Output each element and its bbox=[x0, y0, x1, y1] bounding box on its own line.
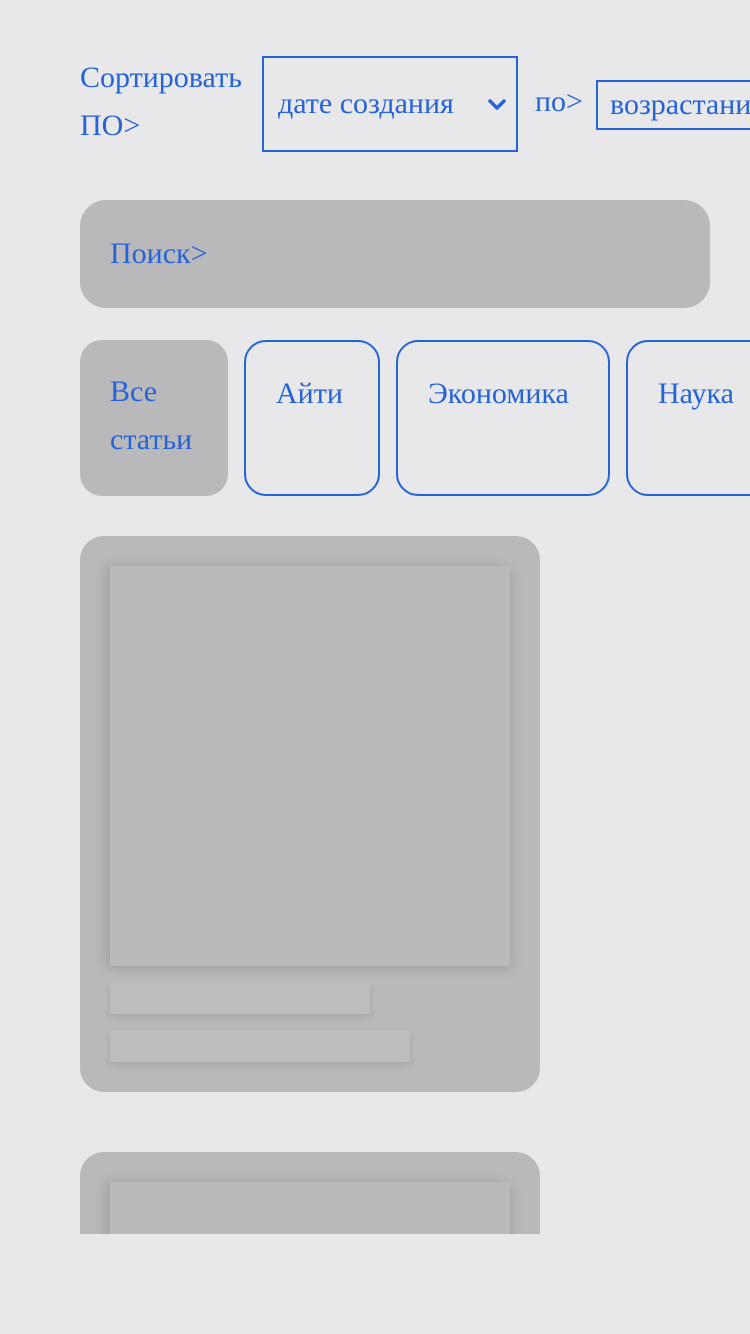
sort-label: Сортировать ПО> bbox=[80, 54, 260, 150]
category-tab-all-line-2: статьи bbox=[110, 423, 193, 456]
search-label: Поиск> bbox=[110, 237, 208, 270]
search-input[interactable]: Поиск> bbox=[80, 200, 710, 308]
sort-order-select[interactable]: возрастанию bbox=[596, 80, 750, 130]
category-tab-science-label: Наука bbox=[658, 377, 734, 410]
category-tab-it[interactable]: Айти bbox=[244, 340, 380, 496]
article-meta-placeholder bbox=[110, 1030, 410, 1062]
category-tab-it-label: Айти bbox=[276, 377, 343, 410]
category-tab-all[interactable]: Все статьи bbox=[80, 340, 228, 496]
chevron-down-icon bbox=[488, 99, 506, 110]
sort-label-line-1: Сортировать bbox=[80, 61, 242, 94]
category-tab-science[interactable]: Наука bbox=[626, 340, 750, 496]
sort-field-value: дате создания bbox=[278, 87, 454, 120]
category-tab-economics[interactable]: Экономика bbox=[396, 340, 610, 496]
article-image-placeholder bbox=[110, 566, 510, 966]
category-tab-all-line-1: Все bbox=[110, 375, 158, 408]
category-tab-economics-label: Экономика bbox=[428, 377, 569, 410]
sort-field-select[interactable]: дате создания bbox=[262, 56, 518, 152]
sort-order-label: по> bbox=[535, 85, 583, 118]
article-image-placeholder bbox=[110, 1182, 510, 1234]
sort-order-value: возрастанию bbox=[610, 88, 750, 121]
article-card-skeleton[interactable] bbox=[80, 1152, 540, 1234]
sort-label-line-2: ПО> bbox=[80, 109, 141, 142]
article-card-skeleton[interactable] bbox=[80, 536, 540, 1092]
article-title-placeholder bbox=[110, 982, 370, 1014]
